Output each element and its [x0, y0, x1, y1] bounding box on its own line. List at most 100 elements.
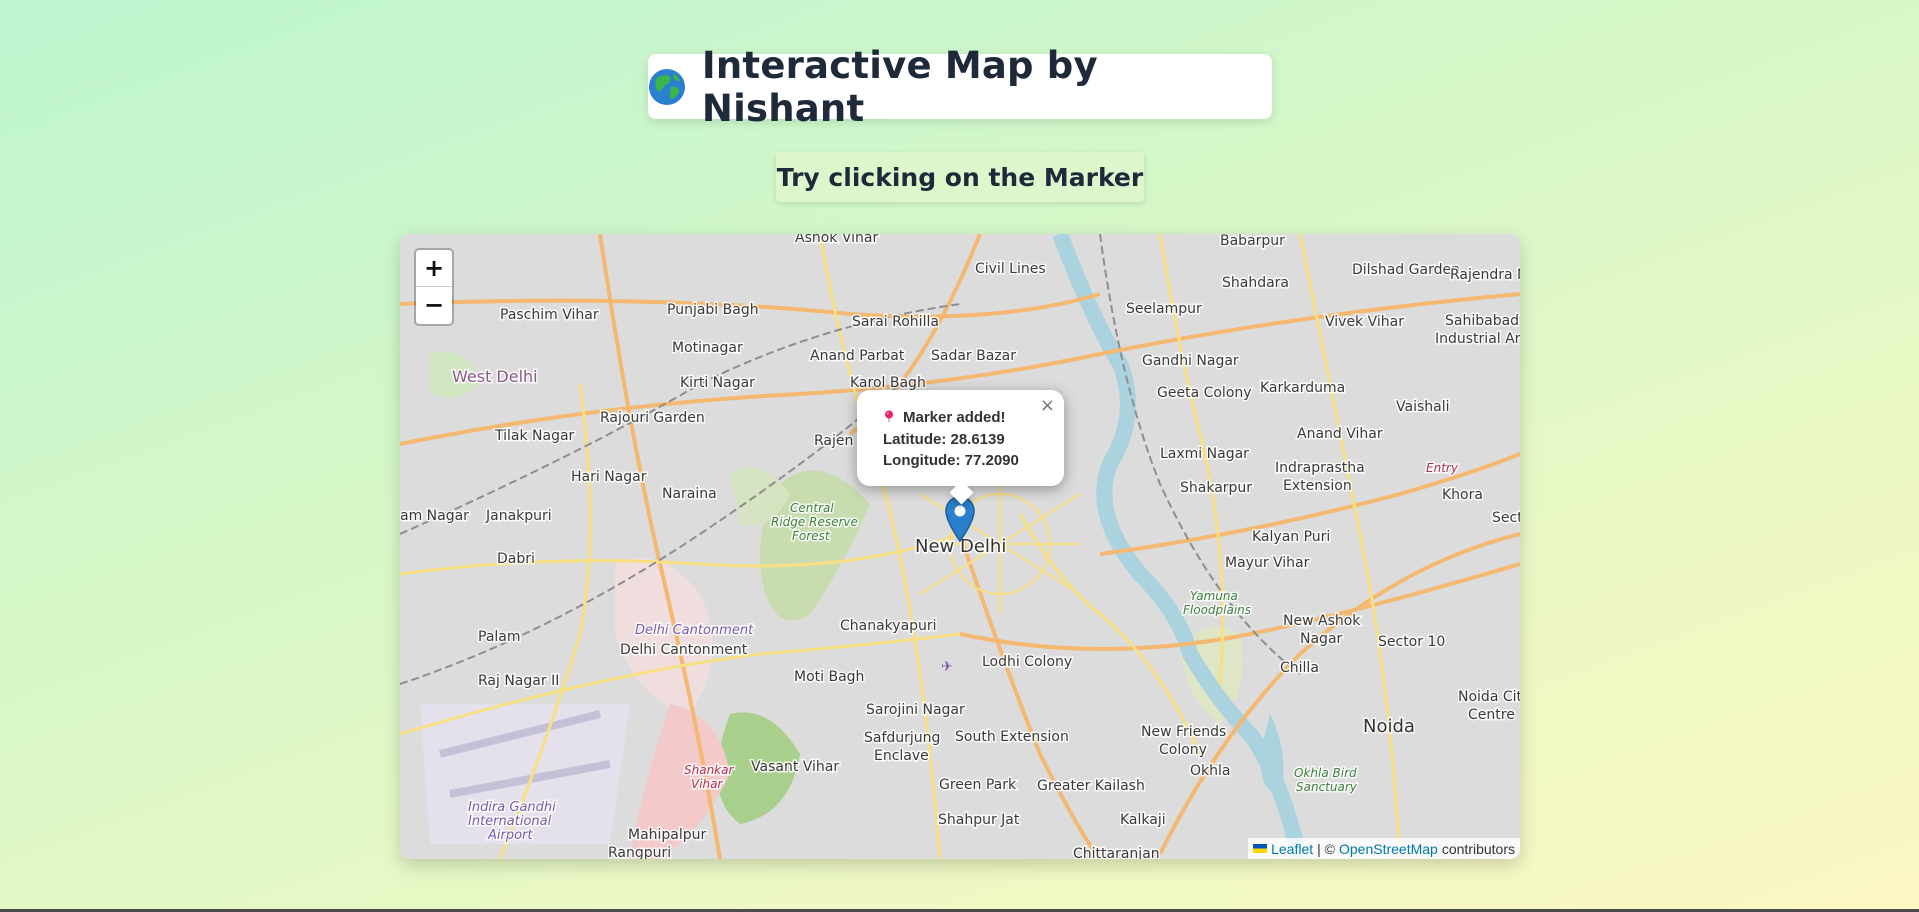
leaflet-link[interactable]: Leaflet [1271, 841, 1313, 857]
map-label: Karol Bagh [850, 375, 926, 391]
map-tiles[interactable]: Ashok Vihar Babarpur Dilshad Garden Raje… [400, 234, 1520, 859]
map-container[interactable]: Ashok Vihar Babarpur Dilshad Garden Raje… [400, 234, 1520, 859]
map-label: Airport [487, 828, 533, 843]
map-label: Gandhi Nagar [1142, 353, 1239, 369]
map-label: Raj Nagar II [478, 673, 559, 689]
map-label: Indira Gandhi [468, 800, 556, 815]
page-title: Interactive Map by Nishant [701, 43, 1098, 130]
map-label: Mayur Vihar [1225, 555, 1310, 571]
map-label: Rajen [814, 433, 853, 449]
map-label: Vasant Vihar [751, 759, 839, 775]
map-label: Babarpur [1220, 234, 1285, 249]
map-label: Sanctuary [1296, 780, 1358, 794]
map-label: Punjabi Bagh [667, 302, 759, 318]
popup-longitude: Longitude: 77.2090 [883, 452, 1019, 469]
map-label: Vihar [691, 777, 724, 791]
ukraine-flag-icon [1253, 844, 1268, 853]
map-label: Laxmi Nagar [1160, 446, 1249, 462]
map-label: Ashok Vihar [795, 234, 878, 246]
airport-icon: ✈ [941, 659, 953, 675]
map-label: New Friends [1141, 724, 1226, 740]
openstreetmap-link[interactable]: OpenStreetMap [1339, 841, 1438, 857]
map-label: Extension [1283, 478, 1352, 494]
map-label: Shankar [684, 763, 734, 777]
map-label: Shakarpur [1180, 480, 1252, 496]
map-label: Khora [1442, 487, 1483, 503]
instruction-banner: Try clicking on the Marker [776, 152, 1144, 202]
map-label: Green Park [939, 777, 1017, 793]
popup-latitude: Latitude: 28.6139 [883, 430, 1005, 448]
map-label: Chittaranjan [1073, 846, 1160, 859]
map-label: Okhla [1190, 763, 1230, 779]
map-label: Delhi Cantonment [635, 623, 754, 638]
zoom-out-button[interactable]: − [416, 287, 452, 323]
map-label: Anand Parbat [810, 348, 905, 364]
map-label: Shahdara [1222, 275, 1289, 291]
map-label: New Ashok [1283, 613, 1361, 629]
map-label: am Nagar [400, 508, 469, 524]
map-label: Sarojini Nagar [866, 702, 965, 718]
round-pushpin-icon [885, 410, 893, 422]
map-label: Kalkaji [1120, 812, 1166, 828]
map-label: Centre [1468, 707, 1515, 723]
map-label: Safdurjung [864, 730, 940, 746]
map-label: Noida City [1458, 689, 1520, 705]
popup-close-button[interactable]: × [1040, 395, 1055, 416]
map-label: Mahipalpur [628, 827, 707, 843]
map-label: Sadar Bazar [931, 348, 1016, 364]
map-label: Hari Nagar [571, 469, 647, 485]
map-label: Forest [792, 529, 831, 543]
map-label: Indraprastha [1275, 460, 1365, 476]
map-label: Noida [1363, 716, 1415, 737]
map-label: Sector 10 [1378, 634, 1445, 650]
map-label: Seelampur [1126, 301, 1202, 317]
map-label: Vivek Vihar [1325, 314, 1404, 330]
map-label: Janakpuri [485, 508, 552, 524]
map-label: Anand Vihar [1297, 426, 1383, 442]
map-label: West Delhi [452, 367, 538, 386]
map-label: Rajouri Garden [600, 410, 705, 426]
map-label: Paschim Vihar [500, 307, 599, 323]
map-label: International [468, 814, 552, 829]
map-label: Nagar [1300, 631, 1343, 647]
map-label: Vaishali [1396, 399, 1449, 415]
page-title-card: Interactive Map by Nishant [648, 44, 1272, 130]
map-label: Floodplains [1183, 603, 1251, 617]
marker-popup: × Marker added! Latitude: 28.6139 Longit… [857, 390, 1064, 505]
map-label: Geeta Colony [1157, 385, 1252, 401]
map-label: Shahpur Jat [938, 812, 1020, 828]
map-label: Sahibabad [1445, 313, 1519, 329]
attribution-separator: | © [1317, 840, 1335, 857]
map-label: Motinagar [672, 340, 743, 356]
map-label: Central [790, 501, 834, 515]
map-label: Chilla [1280, 660, 1319, 676]
map-attribution: Leaflet | © OpenStreetMap contributors [1248, 838, 1520, 859]
map-label: Dilshad Garden [1352, 262, 1460, 278]
map-label: Rangpuri [608, 845, 671, 859]
map-label: Colony [1159, 742, 1207, 758]
map-label: South Extension [955, 729, 1069, 745]
map-label: Sarai Rohilla [852, 314, 939, 330]
map-label: Greater Kailash [1037, 778, 1145, 794]
map-label: Enclave [874, 748, 929, 764]
zoom-control: + − [414, 248, 454, 326]
map-label: Chanakyapuri [840, 618, 937, 634]
map-label: Moti Bagh [794, 669, 864, 685]
map-label: Palam [478, 629, 521, 645]
attribution-suffix: contributors [1441, 840, 1515, 857]
map-label: Karkarduma [1260, 380, 1345, 396]
map-label: Sect [1492, 510, 1520, 526]
map-label: Kalyan Puri [1252, 529, 1330, 545]
map-label: Kirti Nagar [680, 375, 755, 391]
popup-title: Marker added! [903, 409, 1006, 426]
map-label: Lodhi Colony [982, 654, 1072, 670]
zoom-in-button[interactable]: + [416, 250, 452, 287]
map-label: Naraina [662, 486, 717, 502]
map-label: Entry [1426, 461, 1459, 475]
map-label: Tilak Nagar [494, 428, 575, 444]
map-label: Rajendra N [1450, 267, 1520, 283]
map-label: Okhla Bird [1294, 766, 1357, 780]
map-label: Delhi Cantonment [620, 642, 748, 658]
globe-asia-icon [648, 68, 685, 105]
map-label: Yamuna [1190, 589, 1238, 603]
